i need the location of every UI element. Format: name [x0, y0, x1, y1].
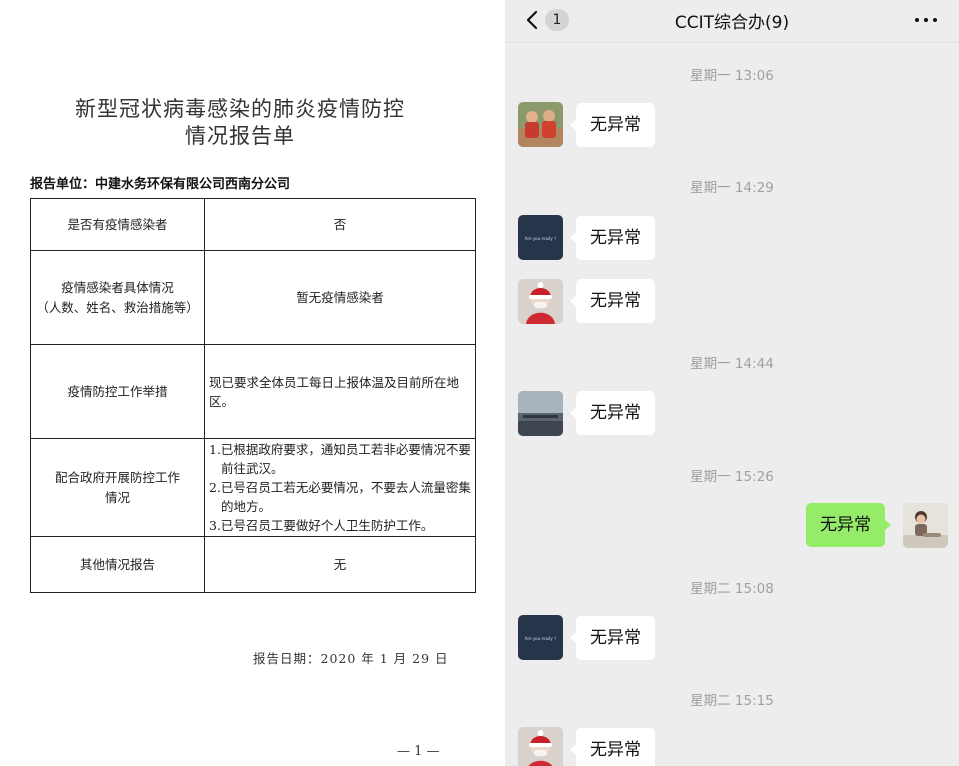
document-title-line2: 情况报告单 — [185, 124, 295, 148]
row-label-line: 配合政府开展防控工作 — [54, 469, 180, 485]
avatar[interactable] — [518, 279, 563, 324]
timestamp: 星期一 15:26 — [690, 469, 774, 485]
screenshot-root: 新型冠状病毒感染的肺炎疫情防控 情况报告单 报告单位：中建水务环保有限公司西南分… — [0, 0, 959, 766]
child-red-avatar — [518, 279, 563, 324]
document-title-line1: 新型冠状病毒感染的肺炎疫情防控 — [75, 97, 405, 121]
row-label: 疫情防控工作举措 — [30, 344, 205, 439]
timestamp: 星期一 13:06 — [690, 68, 774, 84]
list-item: 2.已号召员工若无必要情况，不要去人流量密集的地方。 — [209, 480, 471, 514]
timestamp: 星期一 14:29 — [690, 180, 774, 196]
dark-text-avatar: Are you ready ? — [518, 215, 563, 260]
row-label: 配合政府开展防控工作 情况 — [30, 438, 205, 537]
kids-photo-avatar — [518, 102, 563, 147]
chat-header: 1 CCIT综合办(9) — [505, 0, 959, 43]
document-title: 新型冠状病毒感染的肺炎疫情防控 情况报告单 — [0, 96, 480, 150]
page-number: — 1 — — [397, 744, 440, 759]
report-date: 报告日期：2020 年 1 月 29 日 — [253, 651, 449, 666]
row-label: 疫情感染者具体情况 （人数、姓名、救治措施等） — [30, 250, 205, 345]
avatar[interactable]: Are you ready ? — [518, 215, 563, 260]
row-value: 否 — [204, 198, 476, 251]
chat-screen[interactable]: 1 CCIT综合办(9) 星期一 13:06 星期一 14:29 星期一 14:… — [505, 0, 959, 766]
row-value: 无 — [204, 536, 476, 593]
table-row: 疫情感染者具体情况 （人数、姓名、救治措施等） 暂无疫情感染者 — [30, 250, 476, 345]
row-label-line: （人数、姓名、救治措施等） — [36, 299, 199, 315]
dark-text-avatar: Are you ready ? — [518, 615, 563, 660]
avatar[interactable] — [518, 727, 563, 766]
list-item: 3.已号召员工要做好个人卫生防护工作。 — [209, 518, 434, 533]
row-value: 1.已根据政府要求，通知员工若非必要情况不要前往武汉。 2.已号召员工若无必要情… — [204, 438, 476, 537]
avatar[interactable] — [518, 391, 563, 436]
timestamp: 星期二 15:08 — [690, 581, 774, 597]
message-bubble-outgoing[interactable]: 无异常 — [806, 503, 891, 547]
avatar[interactable] — [903, 503, 948, 548]
avatar-text: Are you ready ? — [525, 636, 556, 641]
row-value: 现已要求全体员工每日上报体温及目前所在地区。 — [204, 344, 476, 439]
message-bubble[interactable]: 无异常 — [570, 728, 655, 766]
chat-title: CCIT综合办(9) — [674, 13, 790, 33]
table-row: 是否有疫情感染者 否 — [30, 198, 476, 251]
row-label: 是否有疫情感染者 — [30, 198, 205, 251]
child-red-avatar — [518, 727, 563, 766]
row-label-line: 疫情感染者具体情况 — [61, 279, 174, 295]
more-button[interactable] — [911, 9, 941, 31]
message-bubble[interactable]: 无异常 — [570, 279, 655, 323]
avatar[interactable] — [518, 102, 563, 147]
table-row: 疫情防控工作举措 现已要求全体员工每日上报体温及目前所在地区。 — [30, 344, 476, 439]
child-sitting-avatar — [903, 503, 948, 548]
message-bubble[interactable]: 无异常 — [570, 616, 655, 660]
row-label-line: 情况 — [104, 489, 130, 505]
row-label: 其他情况报告 — [30, 536, 205, 593]
report-unit: 报告单位：中建水务环保有限公司西南分公司 — [30, 177, 291, 192]
message-bubble[interactable]: 无异常 — [570, 103, 655, 147]
more-dots-icon — [933, 18, 937, 22]
report-document: 新型冠状病毒感染的肺炎疫情防控 情况报告单 报告单位：中建水务环保有限公司西南分… — [0, 0, 505, 766]
report-table: 是否有疫情感染者 否 疫情感染者具体情况 （人数、姓名、救治措施等） 暂无疫情感… — [30, 198, 476, 593]
table-row: 其他情况报告 无 — [30, 536, 476, 593]
avatar-text: Are you ready ? — [525, 236, 556, 241]
timestamp: 星期二 15:15 — [690, 693, 774, 709]
message-bubble[interactable]: 无异常 — [570, 391, 655, 435]
list-item: 1.已根据政府要求，通知员工若非必要情况不要前往武汉。 — [209, 442, 471, 476]
more-dots-icon — [924, 18, 928, 22]
message-bubble[interactable]: 无异常 — [570, 216, 655, 260]
row-value: 暂无疫情感染者 — [204, 250, 476, 345]
more-dots-icon — [915, 18, 919, 22]
avatar[interactable]: Are you ready ? — [518, 615, 563, 660]
timestamp: 星期一 14:44 — [690, 356, 774, 372]
table-row: 配合政府开展防控工作 情况 1.已根据政府要求，通知员工若非必要情况不要前往武汉… — [30, 438, 476, 537]
landscape-avatar — [518, 391, 563, 436]
